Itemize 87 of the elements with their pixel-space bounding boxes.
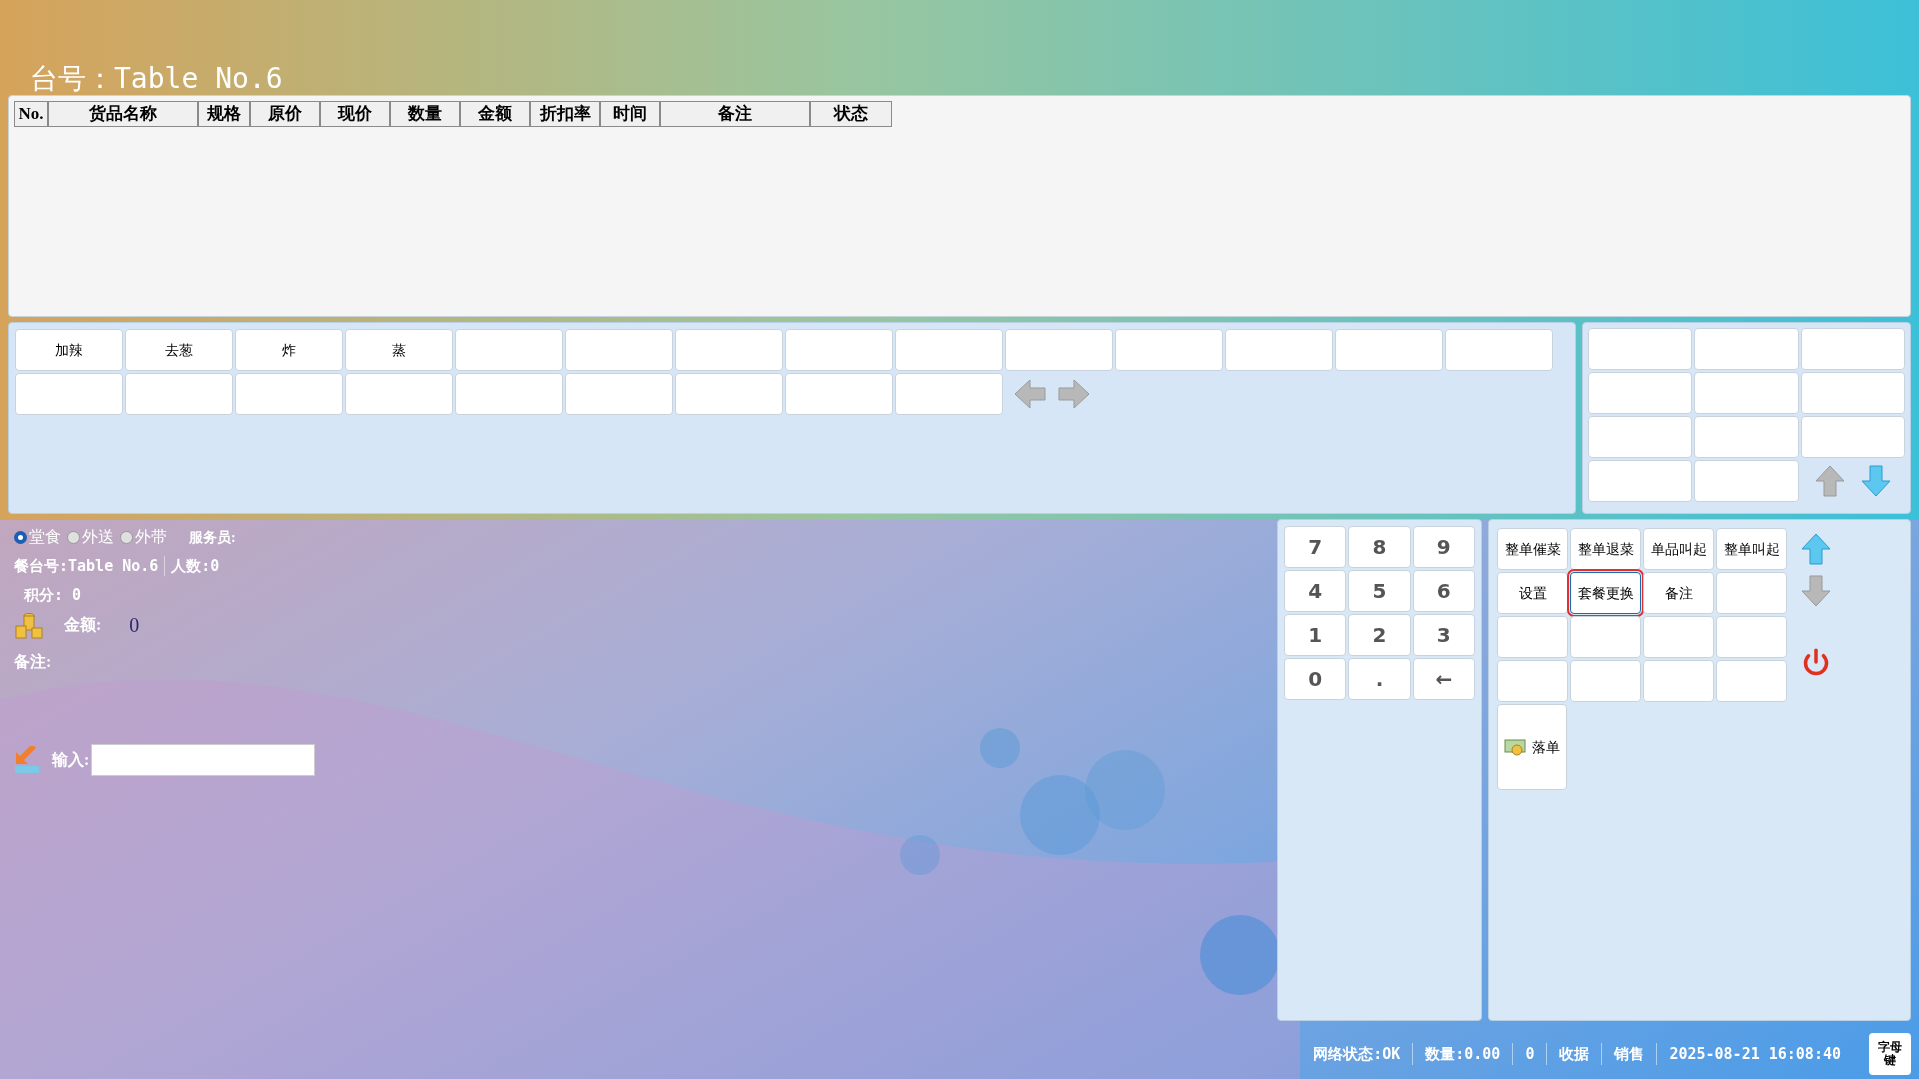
column-header[interactable]: 现价 — [320, 101, 390, 127]
empty-button[interactable] — [1643, 616, 1714, 658]
waiter-label: 服务员: — [189, 528, 236, 547]
empty-button[interactable] — [565, 373, 673, 415]
table-number: 餐台号:Table No.6 — [14, 556, 159, 577]
numpad-key[interactable]: 3 — [1412, 614, 1475, 656]
empty-button[interactable] — [1005, 329, 1113, 371]
numpad-key[interactable]: 4 — [1284, 570, 1347, 612]
numpad-key[interactable]: 7 — [1284, 526, 1347, 568]
empty-button[interactable] — [785, 373, 893, 415]
status-item: 2025-08-21 16:08:40 — [1669, 1043, 1841, 1065]
status-item: 数量:0.00 — [1425, 1043, 1501, 1065]
table-title: 台号：Table No.6 — [30, 61, 283, 97]
coins-icon — [14, 610, 44, 640]
empty-button[interactable] — [1570, 660, 1641, 702]
input-arrow-icon — [14, 746, 40, 774]
empty-button[interactable] — [675, 329, 783, 371]
empty-button[interactable] — [15, 373, 123, 415]
empty-button[interactable] — [1335, 329, 1443, 371]
modifier-button[interactable]: 蒸 — [345, 329, 453, 371]
function-button[interactable]: 整单催菜 — [1497, 528, 1568, 570]
column-header[interactable]: 状态 — [810, 101, 892, 127]
function-button[interactable]: 设置 — [1497, 572, 1568, 614]
empty-button[interactable] — [675, 373, 783, 415]
function-button[interactable]: 套餐更换 — [1570, 572, 1641, 614]
numpad-key[interactable]: 8 — [1348, 526, 1411, 568]
empty-button[interactable] — [1716, 572, 1787, 614]
function-button[interactable]: 备注 — [1643, 572, 1714, 614]
money-icon — [1504, 738, 1526, 756]
arrow-icon[interactable] — [1799, 532, 1833, 566]
status-item: 0 — [1525, 1043, 1535, 1065]
empty-button[interactable] — [785, 329, 893, 371]
empty-button[interactable] — [1225, 329, 1333, 371]
column-header[interactable]: 数量 — [390, 101, 460, 127]
status-item: 销售 — [1614, 1043, 1645, 1065]
bubble — [900, 835, 940, 875]
input-label: 输入: — [52, 750, 90, 770]
people-count: 人数:0 — [171, 556, 220, 577]
amount-value: 0 — [129, 613, 140, 638]
column-header[interactable]: 货品名称 — [48, 101, 198, 127]
empty-button[interactable] — [1497, 660, 1568, 702]
numpad-key[interactable]: 0 — [1284, 658, 1347, 700]
amount-label: 金额: — [64, 615, 102, 635]
numpad-key[interactable]: . — [1348, 658, 1411, 700]
modifier-button[interactable]: 炸 — [235, 329, 343, 371]
empty-button[interactable] — [895, 373, 1003, 415]
input-field[interactable] — [91, 744, 316, 776]
empty-button[interactable] — [1115, 329, 1223, 371]
numpad-key[interactable]: 2 — [1348, 614, 1411, 656]
column-header[interactable]: No. — [14, 101, 48, 127]
empty-button[interactable] — [455, 373, 563, 415]
column-header[interactable]: 时间 — [600, 101, 660, 127]
remarks-label: 备注: — [14, 652, 53, 672]
empty-button[interactable] — [345, 373, 453, 415]
column-header[interactable]: 折扣率 — [530, 101, 600, 127]
empty-button[interactable] — [895, 329, 1003, 371]
numpad-key[interactable]: 6 — [1412, 570, 1475, 612]
function-button[interactable]: 单品叫起 — [1643, 528, 1714, 570]
function-button[interactable]: 整单叫起 — [1716, 528, 1787, 570]
modifier-button[interactable]: 加辣 — [15, 329, 123, 371]
column-header[interactable]: 原价 — [250, 101, 320, 127]
power-icon[interactable] — [1802, 648, 1830, 676]
column-header[interactable]: 规格 — [198, 101, 250, 127]
empty-button[interactable] — [1643, 660, 1714, 702]
empty-button[interactable] — [1445, 329, 1553, 371]
column-header[interactable]: 金额 — [460, 101, 530, 127]
numpad-key[interactable]: ← — [1412, 658, 1475, 700]
numpad-key[interactable]: 9 — [1412, 526, 1475, 568]
empty-button[interactable] — [1716, 616, 1787, 658]
empty-button[interactable] — [1716, 660, 1787, 702]
status-item: 收据 — [1559, 1043, 1590, 1065]
empty-button[interactable] — [235, 373, 343, 415]
status-item: 网络状态:OK — [1313, 1043, 1401, 1065]
submit-order-button[interactable]: 落单 — [1497, 704, 1567, 790]
letter-key-button[interactable]: 字母键 — [1869, 1033, 1911, 1075]
empty-button[interactable] — [125, 373, 233, 415]
points-text: 积分: 0 — [24, 584, 83, 606]
empty-button[interactable] — [1497, 616, 1568, 658]
numpad-key[interactable]: 1 — [1284, 614, 1347, 656]
function-button[interactable]: 整单退菜 — [1570, 528, 1641, 570]
empty-button[interactable] — [455, 329, 563, 371]
arrow-icon[interactable] — [1858, 464, 1893, 498]
empty-button[interactable] — [565, 329, 673, 371]
modifier-button[interactable]: 去葱 — [125, 329, 233, 371]
column-header[interactable]: 备注 — [660, 101, 810, 127]
empty-button[interactable] — [1570, 616, 1641, 658]
numpad-key[interactable]: 5 — [1348, 570, 1411, 612]
